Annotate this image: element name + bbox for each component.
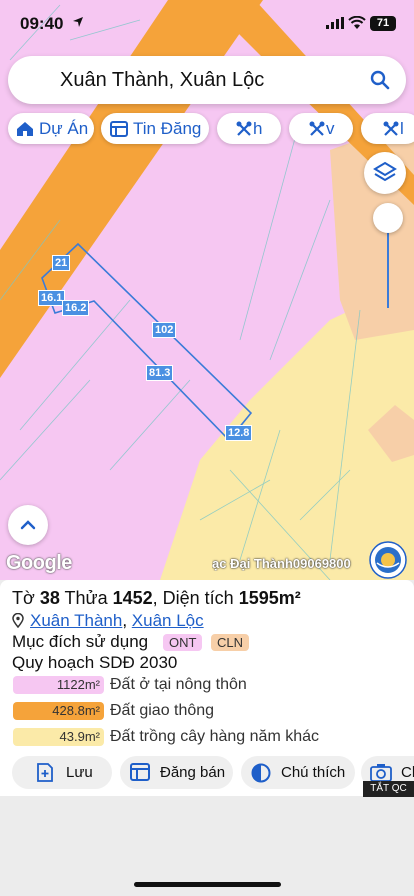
location-arrow-icon [73, 17, 83, 27]
land-use-area: 428.8m² [13, 702, 104, 720]
wifi-icon [348, 16, 366, 29]
land-use-name: Đất giao thông [110, 702, 215, 719]
listing-icon [130, 763, 150, 781]
map-watermark: ạc Đại Thành09069800 [212, 556, 351, 571]
chip-tool-v[interactable]: v [289, 113, 353, 144]
chip-tin-dang[interactable]: Tin Đăng [101, 113, 209, 144]
dimension-label: 102 [152, 322, 177, 338]
cellular-signal-icon [326, 17, 344, 29]
chevron-up-icon [20, 520, 36, 530]
chip-tool-l[interactable]: l [361, 113, 414, 144]
location-pin-icon [12, 613, 24, 628]
opacity-slider-knob[interactable] [373, 203, 403, 233]
parcel-area: 1595m² [238, 588, 301, 608]
home-indicator [134, 882, 281, 887]
land-use-area: 43.9m² [13, 728, 104, 746]
google-logo: Google [6, 552, 72, 574]
dimension-label: 16.2 [62, 300, 90, 316]
commune-link[interactable]: Xuân Thành [30, 611, 122, 630]
parcel-info-panel: Tờ 38 Thửa 1452, Diện tích 1595m² Xuân T… [0, 580, 414, 796]
status-bar: 09:40 71 [0, 0, 414, 46]
land-use-name: Đất ở tại nông thôn [110, 676, 247, 693]
chip-tool-h[interactable]: h [217, 113, 281, 144]
filter-chips: Dự Án Tin Đăng h v l [0, 113, 414, 145]
listing-icon [110, 121, 128, 137]
land-use-name: Đất trồng cây hàng năm khác [110, 728, 320, 745]
district-link[interactable]: Xuân Lộc [132, 611, 204, 630]
search-bar[interactable]: Xuân Thành, Xuân Lộc [8, 56, 406, 104]
search-icon[interactable] [370, 70, 390, 90]
layers-icon [373, 161, 397, 182]
save-add-icon [37, 763, 53, 782]
tools-icon [309, 121, 325, 136]
dimension-label: 81.3 [146, 365, 174, 381]
post-listing-button[interactable]: Đăng bán [120, 756, 233, 789]
camera-icon [370, 764, 392, 782]
save-button[interactable]: Lưu [12, 756, 112, 789]
opacity-slider-track[interactable] [387, 220, 389, 308]
dimension-label: 12.8 [225, 425, 253, 441]
layers-button[interactable] [364, 152, 406, 194]
legend-icon [251, 763, 271, 783]
dimension-label: 21 [52, 255, 71, 271]
sheet-number: 38 [39, 588, 60, 608]
search-query[interactable]: Xuân Thành, Xuân Lộc [60, 69, 264, 92]
legend-button[interactable]: Chú thích [241, 756, 355, 789]
status-time: 09:40 [20, 14, 64, 33]
chip-du-an[interactable]: Dự Án [8, 113, 94, 144]
battery-indicator: 71 [370, 16, 396, 31]
purpose-label: Mục đích sử dụng [12, 632, 149, 651]
tools-icon [236, 121, 252, 136]
land-use-area: 1122m² [13, 676, 104, 694]
plan-label: Quy hoạch SDĐ 2030 [12, 653, 178, 672]
tools-icon [383, 121, 399, 136]
parcel-title: Tờ 38 Thửa 1452, Diện tích 1595m² [12, 588, 301, 608]
purpose-tag-cln: CLN [211, 634, 250, 651]
purpose-tag-ont: ONT [163, 634, 203, 651]
parcel-location: Xuân Thành, Xuân Lộc [12, 611, 204, 631]
home-icon [17, 122, 33, 136]
brand-seal-logo [369, 541, 407, 579]
hide-ads-button[interactable]: TẮT QC [363, 781, 414, 797]
parcel-number: 1452 [112, 588, 153, 608]
expand-up-button[interactable] [8, 505, 48, 545]
